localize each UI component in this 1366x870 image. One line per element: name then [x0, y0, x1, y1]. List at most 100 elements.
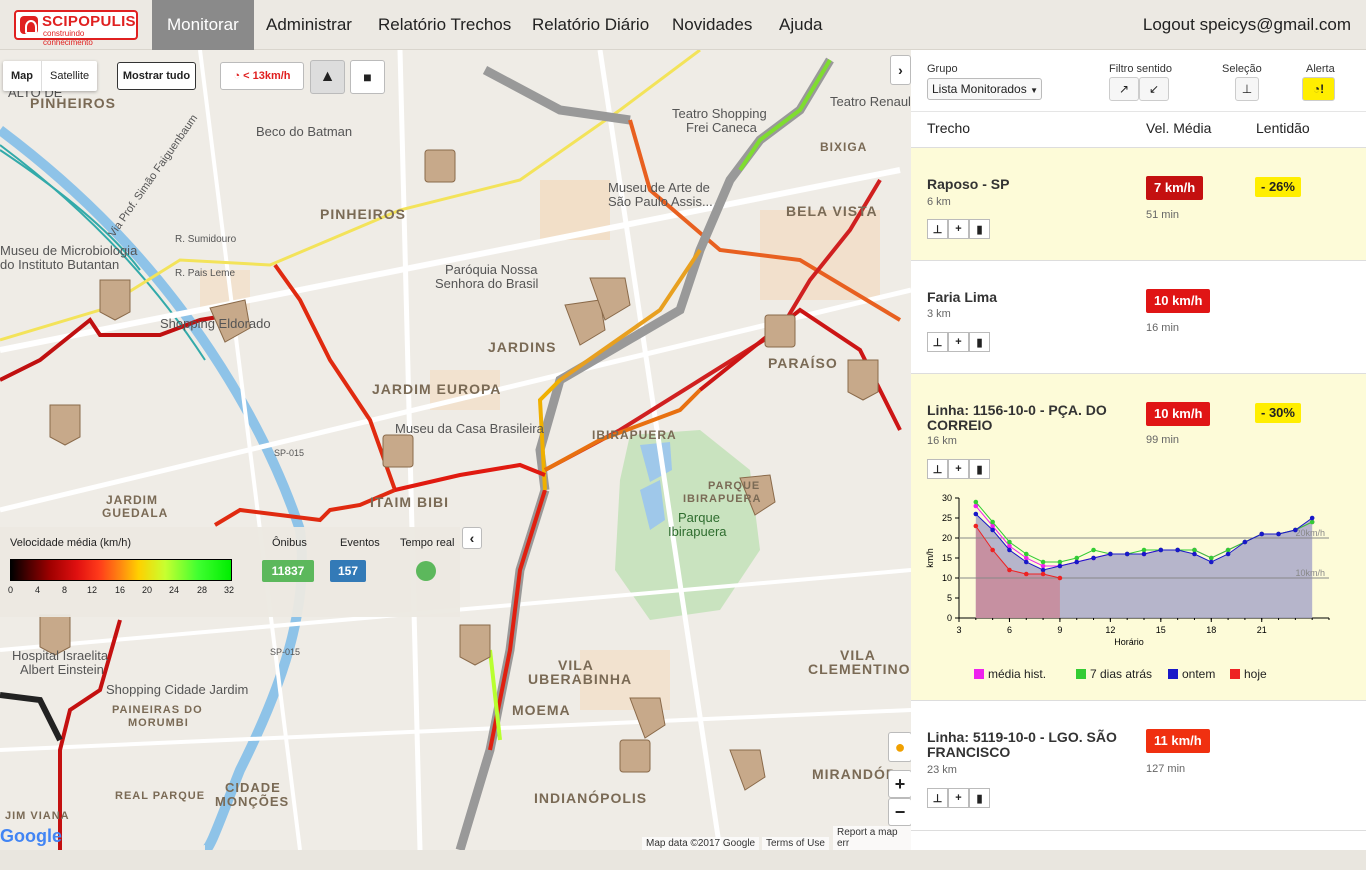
map-label: Senhora do Brasil	[435, 276, 539, 291]
direction-forward-button[interactable]: ↗	[1109, 77, 1139, 101]
bar-chart-icon[interactable]: ▮	[969, 788, 990, 808]
collapse-legend-button[interactable]: ‹	[462, 527, 482, 549]
data-point	[1192, 547, 1197, 553]
data-point	[973, 523, 979, 529]
data-point	[1057, 563, 1063, 569]
warning-toggle-button[interactable]: ▲	[310, 60, 345, 94]
legend-swatch	[1076, 669, 1086, 679]
map-district: IBIRAPUERA	[592, 428, 677, 442]
y-tick-label: 10	[942, 573, 952, 583]
eventos-label: Eventos	[340, 537, 380, 549]
legend-ontem: ontem	[1168, 667, 1215, 681]
pin-icon[interactable]: ⊥	[927, 332, 948, 352]
map-label: do Instituto Butantan	[0, 257, 120, 272]
col-lentidao-header: Lentidão	[1256, 120, 1310, 136]
tempo-real-label: Tempo real	[400, 537, 455, 549]
selecao-label: Seleção	[1222, 63, 1262, 75]
report-error-link[interactable]: Report a map err	[833, 826, 911, 850]
map-district: MORUMBI	[128, 717, 189, 729]
route-row[interactable]: Faria Lima 3 km 10 km/h 16 min ⊥ + ▮	[911, 260, 1366, 373]
show-all-button[interactable]: Mostrar tudo	[117, 62, 196, 90]
legend-swatch	[1230, 669, 1240, 679]
map-label: Museu de Arte de	[608, 180, 710, 195]
nav-relatorio-diario[interactable]: Relatório Diário	[517, 0, 664, 50]
map-label: R. Pais Leme	[175, 268, 236, 279]
data-point	[1141, 551, 1147, 557]
y-tick-label: 15	[942, 553, 952, 563]
data-point	[1091, 555, 1096, 561]
google-logo: Google	[0, 826, 62, 846]
speed-filter-button[interactable]: ◔ < 13km/h	[220, 62, 304, 90]
bar-chart-icon[interactable]: ▮	[969, 459, 990, 479]
speed-legend: Velocidade média (km/h) 0 4 8 12 16 20 2…	[0, 527, 482, 617]
direction-back-button[interactable]: ↙	[1139, 77, 1169, 101]
map-district: UBERABINHA	[528, 671, 633, 687]
nav-ajuda[interactable]: Ajuda	[764, 0, 837, 50]
route-row[interactable]: Linha: 1156-10-0 - PÇA. DO CORREIO 16 km…	[911, 373, 1366, 700]
nav-administrar[interactable]: Administrar	[251, 0, 367, 50]
nav-monitorar[interactable]: Monitorar	[152, 0, 254, 50]
route-tools: ⊥ + ▮	[927, 219, 990, 239]
map-data-attribution: Map data ©2017 Google	[642, 837, 760, 850]
terms-of-use-link[interactable]: Terms of Use	[762, 837, 829, 850]
scipopulis-logo[interactable]: SCIPOPULIS construindo conhecimento	[14, 10, 138, 47]
plus-icon: +	[894, 773, 906, 794]
map-type-satellite-button[interactable]: Satellite	[41, 61, 97, 91]
map-district: JARDIM EUROPA	[372, 381, 502, 397]
route-row[interactable]: Linha: 5119-10-0 - LGO. SÃO FRANCISCO 23…	[911, 700, 1366, 830]
tick-label: 16	[115, 585, 126, 595]
map-label: Hospital Israelita	[12, 648, 109, 663]
video-camera-icon: ■	[363, 69, 372, 85]
route-time: 99 min	[1146, 434, 1180, 446]
map-canvas	[0, 50, 911, 850]
y-tick-label: 0	[947, 613, 952, 623]
pin-icon[interactable]: ⊥	[927, 219, 948, 239]
route-time: 16 min	[1146, 322, 1180, 334]
grupo-select[interactable]: Lista Monitorados ▼	[927, 78, 1042, 100]
onibus-label: Ônibus	[272, 537, 307, 549]
data-point	[1074, 555, 1080, 561]
route-length: 3 km	[927, 308, 951, 320]
collapse-panel-button[interactable]: ›	[890, 55, 911, 85]
zoom-out-button[interactable]: −	[888, 798, 911, 826]
reference-label: 20km/h	[1295, 528, 1325, 538]
plus-icon[interactable]: +	[948, 219, 969, 239]
tick-label: 12	[87, 585, 98, 595]
route-speed: 11 km/h	[1146, 729, 1210, 753]
camera-toggle-button[interactable]: ■	[350, 60, 385, 94]
logo-subtitle: construindo conhecimento	[43, 29, 93, 47]
chevron-left-icon: ‹	[469, 530, 475, 546]
onibus-count: 11837	[262, 560, 314, 582]
eventos-count: 157	[330, 560, 366, 582]
alert-filter-button[interactable]: ◔!	[1302, 77, 1335, 101]
bar-chart-icon[interactable]: ▮	[969, 332, 990, 352]
map-type-map-button[interactable]: Map	[3, 61, 41, 91]
route-length: 23 km	[927, 764, 957, 776]
route-name: Linha: 1156-10-0 - PÇA. DO CORREIO	[927, 402, 1107, 433]
zoom-in-button[interactable]: +	[888, 770, 911, 798]
selection-pin-button[interactable]: ⊥	[1235, 77, 1259, 101]
x-tick-label: 9	[1057, 625, 1062, 635]
street-view-button[interactable]: ●	[888, 732, 911, 762]
pin-icon[interactable]: ⊥	[927, 459, 948, 479]
route-speed: 7 km/h	[1146, 176, 1204, 200]
map-view[interactable]: ALTO DE PINHEIROS Beco do Batman Via Pro…	[0, 50, 911, 850]
pin-icon[interactable]: ⊥	[927, 788, 948, 808]
legend-hoje: hoje	[1230, 667, 1267, 681]
plus-icon[interactable]: +	[948, 459, 969, 479]
brain-icon	[20, 16, 38, 34]
data-point	[1091, 547, 1096, 553]
logout-link[interactable]: Logout speicys@gmail.com	[1143, 0, 1351, 50]
plus-icon[interactable]: +	[948, 332, 969, 352]
nav-novidades[interactable]: Novidades	[657, 0, 767, 50]
map-district: MIRANDÓP	[812, 766, 897, 782]
legend-label: média hist.	[988, 667, 1047, 681]
grupo-select-value: Lista Monitorados	[932, 82, 1027, 96]
x-tick-label: 18	[1206, 625, 1216, 635]
map-district: INDIANÓPOLIS	[534, 790, 648, 806]
map-district: BIXIGA	[820, 140, 868, 154]
nav-relatorio-trechos[interactable]: Relatório Trechos	[363, 0, 526, 50]
plus-icon[interactable]: +	[948, 788, 969, 808]
bar-chart-icon[interactable]: ▮	[969, 219, 990, 239]
route-row[interactable]: Raposo - SP 6 km 7 km/h 51 min - 26% ⊥ + ▮	[911, 147, 1366, 260]
